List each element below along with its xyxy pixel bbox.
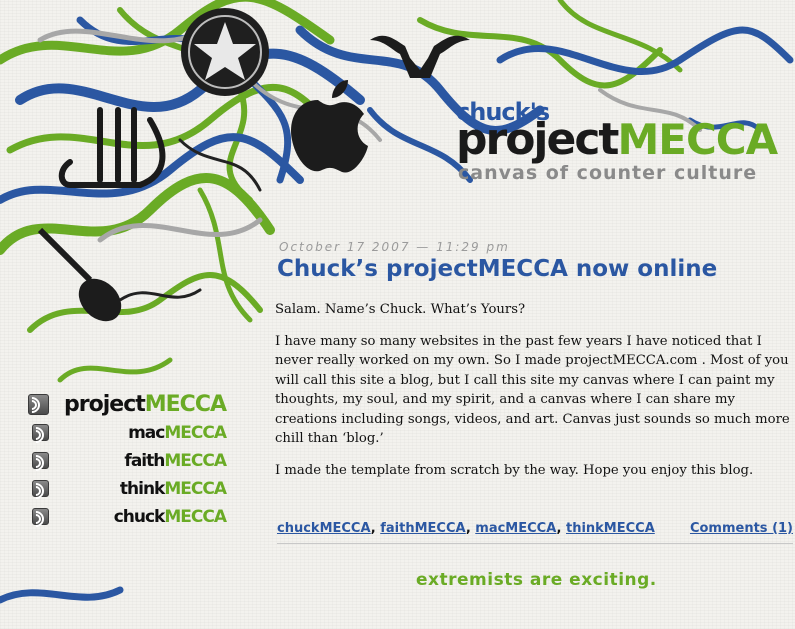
post-footer-divider bbox=[277, 543, 793, 544]
post-paragraph: I have many so many websites in the past… bbox=[275, 333, 790, 447]
category-link-thinkmecca[interactable]: thinkMECCA bbox=[566, 521, 655, 536]
rss-icon bbox=[32, 452, 49, 469]
sidebar-item-prefix: mac bbox=[128, 423, 165, 443]
sidebar-item-prefix: chuck bbox=[113, 507, 166, 527]
sidebar-item-projectmecca[interactable]: projectMECCA bbox=[26, 392, 227, 418]
rss-icon bbox=[28, 394, 49, 415]
rss-icon bbox=[32, 480, 49, 497]
post-paragraph: I made the template from scratch by the … bbox=[275, 462, 754, 478]
sidebar-item-faithmecca[interactable]: faithMECCA bbox=[30, 450, 227, 472]
logo-project-text: project bbox=[456, 114, 619, 165]
sidebar-item-suffix: MECCA bbox=[164, 479, 227, 499]
sidebar-item-chuckmecca[interactable]: chuckMECCA bbox=[30, 506, 227, 528]
sidebar-item-prefix: think bbox=[119, 479, 165, 499]
post-date: October 17 2007 — 11:29 pm bbox=[279, 240, 510, 254]
post-categories: chuckMECCA, faithMECCA, macMECCA, thinkM… bbox=[277, 521, 655, 536]
sidebar-item-suffix: MECCA bbox=[164, 451, 227, 471]
logo-main-text: projectMECCA bbox=[456, 114, 778, 165]
sidebar-item-suffix: MECCA bbox=[144, 392, 227, 417]
sidebar-item-suffix: MECCA bbox=[164, 507, 227, 527]
sidebar-item-prefix: project bbox=[64, 392, 146, 417]
star-seal-icon bbox=[181, 8, 269, 96]
sidebar-item-prefix: faith bbox=[124, 451, 165, 471]
rss-icon bbox=[32, 424, 49, 441]
comments-link[interactable]: Comments (1) bbox=[690, 521, 793, 536]
rss-icon bbox=[32, 508, 49, 525]
sidebar-item-suffix: MECCA bbox=[164, 423, 227, 443]
post-title[interactable]: Chuck’s projectMECCA now online bbox=[277, 256, 717, 282]
category-link-faithmecca[interactable]: faithMECCA bbox=[380, 521, 466, 536]
logo-tagline: canvas of counter culture bbox=[458, 162, 758, 184]
sidebar-item-thinkmecca[interactable]: thinkMECCA bbox=[30, 478, 227, 500]
logo-mecca-text: MECCA bbox=[617, 115, 778, 164]
category-link-macmecca[interactable]: macMECCA bbox=[475, 521, 556, 536]
footer-tagline: extremists are exciting. bbox=[416, 570, 657, 590]
post-body: Salam. Name’s Chuck. What’s Yours? I hav… bbox=[275, 300, 790, 492]
sidebar-item-macmecca[interactable]: macMECCA bbox=[30, 422, 227, 444]
post-paragraph: Salam. Name’s Chuck. What’s Yours? bbox=[275, 302, 526, 317]
category-link-chuckmecca[interactable]: chuckMECCA bbox=[277, 521, 371, 536]
